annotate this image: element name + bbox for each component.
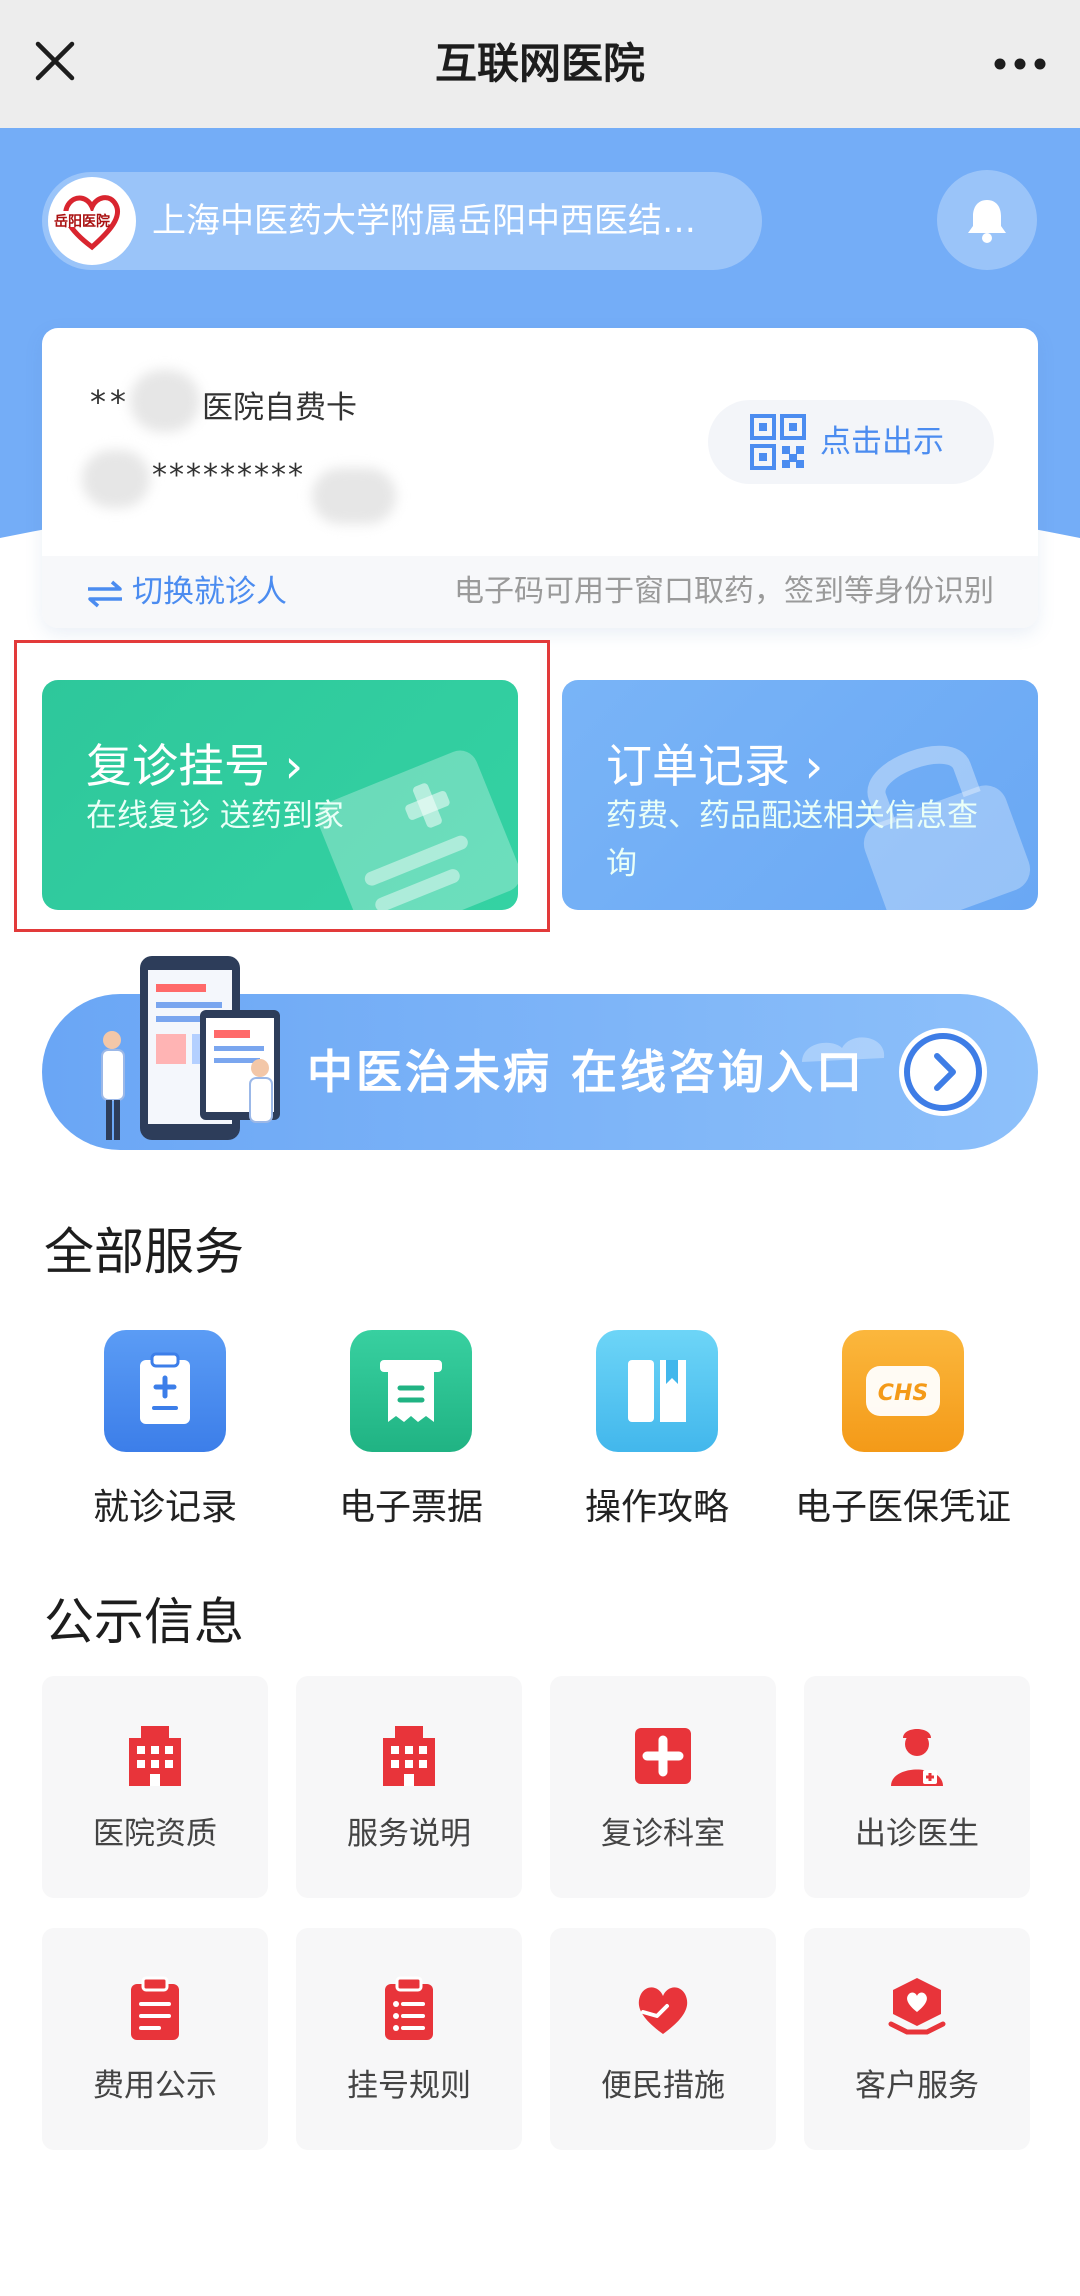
rules-list-icon	[385, 1976, 433, 2040]
notice-hospital-qualification[interactable]: 医院资质	[42, 1676, 268, 1898]
notice-label: 客户服务	[855, 2068, 979, 2104]
notice-registration-rules[interactable]: 挂号规则	[296, 1928, 522, 2150]
patient-card: ** 医院自费卡 ********* 点击出示 切换就诊人 电子码可用于窗口取药	[42, 328, 1038, 628]
switch-patient-button[interactable]: 切换就诊人	[86, 556, 287, 628]
service-medical-insurance[interactable]: CHS 电子医保凭证	[788, 1330, 1018, 1530]
hospital-logo: 岳阳医院	[48, 177, 136, 265]
page-title: 互联网医院	[434, 39, 645, 88]
qr-code-icon	[750, 414, 806, 470]
card-type-label: 医院自费卡	[202, 390, 357, 426]
chevron-right-icon: ›	[790, 739, 824, 793]
card-hint-text: 电子码可用于窗口取药，签到等身份识别	[454, 574, 994, 609]
orders-title: 订单记录 ›	[606, 730, 823, 796]
hospital-selector[interactable]: 岳阳医院 上海中医药大学附属岳阳中西医结…	[42, 172, 762, 270]
service-label: 就诊记录	[92, 1487, 237, 1528]
notice-label: 医院资质	[93, 1816, 217, 1852]
customer-service-icon	[888, 1978, 946, 2035]
switch-patient-label: 切换就诊人	[132, 574, 287, 610]
notices-section-title: 公示信息	[44, 1593, 244, 1651]
hospital-logo-text: 岳阳医院	[54, 214, 110, 230]
orders-title-text: 订单记录	[606, 739, 790, 793]
notice-convenience-measures[interactable]: 便民措施	[550, 1928, 776, 2150]
notice-doctors-on-duty[interactable]: 出诊医生	[804, 1676, 1030, 1898]
notice-revisit-departments[interactable]: 复诊科室	[550, 1676, 776, 1898]
notice-label: 复诊科室	[601, 1816, 725, 1852]
receipt-icon	[350, 1330, 472, 1452]
notice-customer-service[interactable]: 客户服务	[804, 1928, 1030, 2150]
service-label: 操作攻略	[584, 1487, 729, 1528]
heart-hands-icon	[638, 1987, 688, 2034]
consult-banner-text: 中医治未病 在线咨询入口	[307, 1045, 866, 1099]
medical-cross-icon	[635, 1728, 691, 1784]
notice-label: 费用公示	[93, 2068, 217, 2104]
redacted-blur	[130, 370, 200, 432]
hospital-name: 上海中医药大学附属岳阳中西医结…	[152, 201, 696, 241]
doctor-icon	[891, 1729, 943, 1786]
service-visit-records[interactable]: 就诊记录	[50, 1330, 280, 1530]
building-icon	[383, 1726, 435, 1786]
close-icon[interactable]	[30, 36, 80, 86]
book-icon	[596, 1330, 718, 1452]
service-guide[interactable]: 操作攻略	[542, 1330, 772, 1530]
show-code-label: 点击出示	[820, 424, 944, 460]
notice-label: 出诊医生	[855, 1816, 979, 1852]
revisit-registration-card[interactable]: 复诊挂号 › 在线复诊 送药到家	[42, 680, 518, 910]
bell-icon[interactable]	[937, 170, 1037, 270]
revisit-title-text: 复诊挂号	[86, 739, 270, 793]
orders-subtitle: 药费、药品配送相关信息查询	[606, 798, 978, 882]
revisit-subtitle: 在线复诊 送药到家	[86, 798, 344, 834]
redacted-blur	[312, 468, 396, 524]
service-label: 电子票据	[338, 1487, 483, 1528]
service-e-invoice[interactable]: 电子票据	[296, 1330, 526, 1530]
order-records-card[interactable]: 订单记录 › 药费、药品配送相关信息查询	[562, 680, 1038, 910]
revisit-title: 复诊挂号 ›	[86, 730, 303, 796]
notice-label: 便民措施	[601, 2068, 725, 2104]
patient-card-footer: 切换就诊人 电子码可用于窗口取药，签到等身份识别	[42, 556, 1038, 628]
notice-label: 挂号规则	[347, 2068, 471, 2104]
fee-clipboard-icon	[131, 1976, 179, 2040]
chevron-right-icon: ›	[270, 739, 304, 793]
svg-text:CHS: CHS	[878, 1381, 928, 1406]
notice-fee-disclosure[interactable]: 费用公示	[42, 1928, 268, 2150]
redacted-blur	[82, 450, 150, 508]
service-label: 电子医保凭证	[794, 1487, 1011, 1528]
top-navbar: 互联网医院	[0, 0, 1080, 128]
services-section-title: 全部服务	[44, 1223, 244, 1281]
notice-label: 服务说明	[347, 1816, 471, 1852]
chs-icon: CHS	[842, 1330, 964, 1452]
notice-service-description[interactable]: 服务说明	[296, 1676, 522, 1898]
hospital-building-icon	[129, 1726, 181, 1786]
card-number: *********	[152, 458, 305, 493]
more-horizontal-icon[interactable]	[990, 40, 1050, 88]
clipboard-icon	[104, 1330, 226, 1452]
doctors-phone-illustration	[101, 956, 280, 1140]
chevron-right-circle-icon[interactable]	[899, 1028, 987, 1116]
show-code-button[interactable]: 点击出示	[708, 400, 994, 484]
patient-name: **	[90, 383, 130, 421]
swap-arrows-icon	[88, 580, 122, 607]
